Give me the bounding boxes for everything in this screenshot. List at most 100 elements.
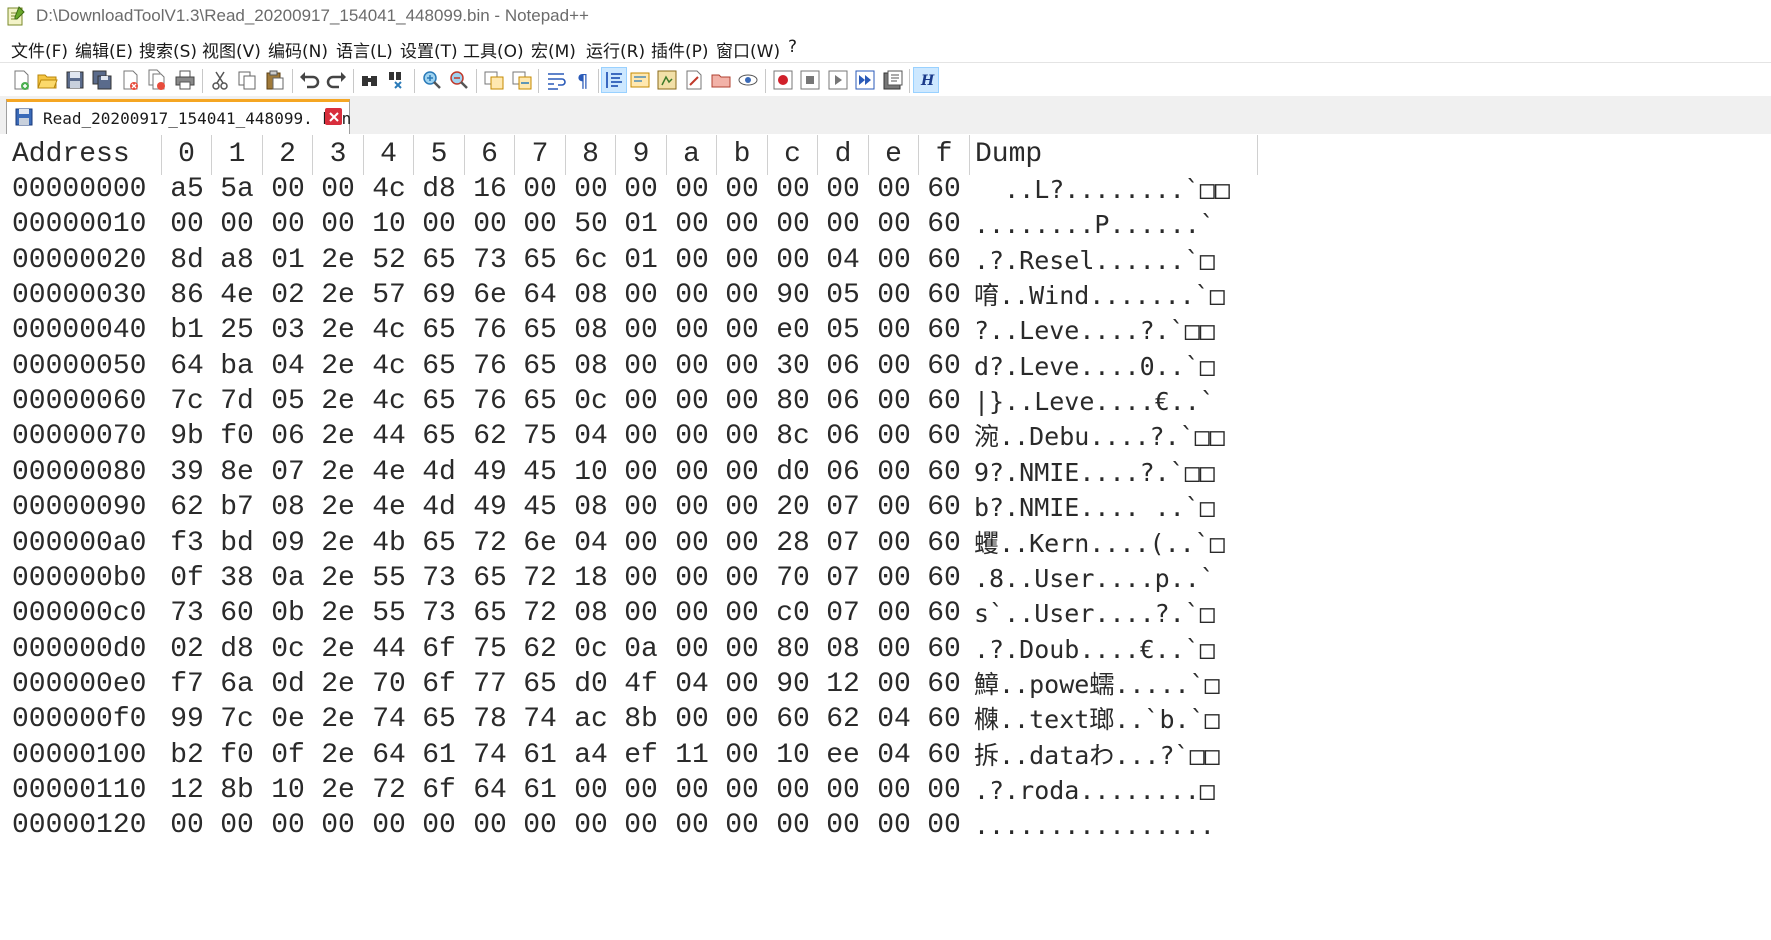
hex-byte[interactable]: 64 <box>515 276 565 316</box>
hex-byte[interactable]: 60 <box>919 594 969 634</box>
hex-byte[interactable]: 00 <box>869 665 919 705</box>
hex-byte[interactable]: 60 <box>212 594 262 634</box>
hex-byte[interactable]: 0c <box>566 630 616 670</box>
hex-byte[interactable]: 09 <box>263 524 313 564</box>
menu-plugins[interactable]: 插件(P) <box>651 37 709 62</box>
hex-byte[interactable]: 30 <box>768 347 818 387</box>
hex-byte[interactable]: 07 <box>818 524 868 564</box>
hex-byte[interactable]: 00 <box>667 347 717 387</box>
hex-byte[interactable]: 08 <box>818 630 868 670</box>
hex-byte[interactable]: 4d <box>414 453 464 493</box>
hex-byte[interactable]: 78 <box>465 700 515 740</box>
hex-byte[interactable]: 00 <box>667 241 717 281</box>
hex-byte[interactable]: 65 <box>515 311 565 351</box>
row-dump[interactable]: ................ <box>974 806 1258 846</box>
hex-byte[interactable]: 5a <box>212 170 262 210</box>
word-wrap-icon[interactable] <box>543 67 569 93</box>
hex-byte[interactable]: 00 <box>667 806 717 846</box>
hex-byte[interactable]: 00 <box>667 453 717 493</box>
hex-byte[interactable]: 9b <box>162 417 212 457</box>
hex-row[interactable]: 000000f0 99 7c 0e 2e 74 65 78 74 ac 8b 00 00 60 62 04 60… <box>8 700 1438 740</box>
hex-byte[interactable]: 69 <box>414 276 464 316</box>
hex-byte[interactable]: 0f <box>263 736 313 776</box>
hex-byte[interactable]: 57 <box>364 276 414 316</box>
hex-byte[interactable]: 72 <box>515 594 565 634</box>
hex-byte[interactable]: 60 <box>919 736 969 776</box>
hex-row[interactable]: 00000100 b2 f0 0f 2e 64 61 74 61 a4 ef 11 00 10 ee 04 60… <box>8 736 1438 776</box>
print-icon[interactable] <box>172 67 198 93</box>
hex-row[interactable]: 000000c0 73 60 0b 2e 55 73 65 72 08 00 00 00 c0 07 00 60… <box>8 594 1438 634</box>
sync-horizontal-icon[interactable] <box>509 67 535 93</box>
hex-byte[interactable]: 90 <box>768 276 818 316</box>
hex-byte[interactable]: 4e <box>364 453 414 493</box>
hex-byte[interactable]: 08 <box>566 488 616 528</box>
hex-byte[interactable]: 00 <box>616 771 666 811</box>
hex-byte[interactable]: 0e <box>263 700 313 740</box>
hex-byte[interactable]: 00 <box>717 205 767 245</box>
hex-byte[interactable]: 60 <box>919 170 969 210</box>
hex-byte[interactable]: 00 <box>869 524 919 564</box>
menu-window[interactable]: 窗口(W) <box>716 37 780 62</box>
row-dump[interactable]: .?.Doub....€..`□ <box>974 630 1258 670</box>
hex-byte[interactable]: 18 <box>566 559 616 599</box>
hex-byte[interactable]: 65 <box>414 241 464 281</box>
hex-byte[interactable]: 2e <box>313 276 363 316</box>
hex-byte[interactable]: 7d <box>212 382 262 422</box>
hex-byte[interactable]: 12 <box>818 665 868 705</box>
close-all-icon[interactable] <box>144 67 170 93</box>
hex-byte[interactable]: 00 <box>919 806 969 846</box>
hex-byte[interactable]: 60 <box>919 559 969 599</box>
hex-byte[interactable]: 60 <box>919 311 969 351</box>
hex-byte[interactable]: 00 <box>869 594 919 634</box>
menu-file[interactable]: 文件(F) <box>11 37 68 62</box>
hex-byte[interactable]: 00 <box>616 559 666 599</box>
run-macro-multiple-icon[interactable] <box>852 67 878 93</box>
hex-byte[interactable]: 00 <box>717 347 767 387</box>
hex-byte[interactable]: 55 <box>364 594 414 634</box>
close-icon[interactable] <box>117 67 143 93</box>
hex-byte[interactable]: 72 <box>515 559 565 599</box>
hex-byte[interactable]: 06 <box>818 347 868 387</box>
hex-byte[interactable]: 49 <box>465 453 515 493</box>
hex-byte[interactable]: ba <box>212 347 262 387</box>
hex-byte[interactable]: 8b <box>212 771 262 811</box>
hex-byte[interactable]: ef <box>616 736 666 776</box>
hex-byte[interactable]: b1 <box>162 311 212 351</box>
hex-byte[interactable]: 2e <box>313 594 363 634</box>
hex-byte[interactable]: c0 <box>768 594 818 634</box>
hex-byte[interactable]: 6c <box>566 241 616 281</box>
menu-search[interactable]: 搜索(S) <box>139 37 197 62</box>
hex-byte[interactable]: 00 <box>465 806 515 846</box>
hex-byte[interactable]: 65 <box>515 241 565 281</box>
hex-row[interactable]: 00000010 00 00 00 00 10 00 00 00 50 01 00 00 00 00 00 60… <box>8 205 1438 245</box>
hex-byte[interactable]: 73 <box>162 594 212 634</box>
hex-byte[interactable]: 44 <box>364 417 414 457</box>
hex-byte[interactable]: a4 <box>566 736 616 776</box>
hex-byte[interactable]: f0 <box>212 417 262 457</box>
hex-byte[interactable]: 04 <box>869 736 919 776</box>
hex-byte[interactable]: 00 <box>717 559 767 599</box>
hex-byte[interactable]: 72 <box>364 771 414 811</box>
hex-byte[interactable]: 00 <box>566 806 616 846</box>
menu-encoding[interactable]: 编码(N) <box>268 37 328 62</box>
hex-byte[interactable]: 00 <box>313 806 363 846</box>
hex-byte[interactable]: 76 <box>465 382 515 422</box>
row-dump[interactable]: b?.NMIE.... ..`□ <box>974 488 1258 528</box>
eye-icon[interactable] <box>735 67 761 93</box>
hex-byte[interactable]: f3 <box>162 524 212 564</box>
menu-run[interactable]: 运行(R) <box>586 37 645 62</box>
row-dump[interactable]: 9?.NMIE....?.`□□ <box>974 453 1258 493</box>
hex-byte[interactable]: d8 <box>414 170 464 210</box>
hex-byte[interactable]: 65 <box>515 382 565 422</box>
row-dump[interactable]: 樄..text瑯..`b.`□ <box>974 700 1258 740</box>
hex-byte[interactable]: 00 <box>667 382 717 422</box>
tab-file[interactable]: Read_20200917_154041_448099. bin <box>6 99 351 134</box>
save-all-icon[interactable] <box>89 67 115 93</box>
hex-byte[interactable]: 01 <box>616 205 666 245</box>
hex-byte[interactable]: 00 <box>616 453 666 493</box>
hex-byte[interactable]: 60 <box>919 665 969 705</box>
hex-byte[interactable]: 00 <box>667 205 717 245</box>
hex-byte[interactable]: 45 <box>515 488 565 528</box>
hex-byte[interactable]: 00 <box>414 806 464 846</box>
hex-byte[interactable]: d0 <box>768 453 818 493</box>
